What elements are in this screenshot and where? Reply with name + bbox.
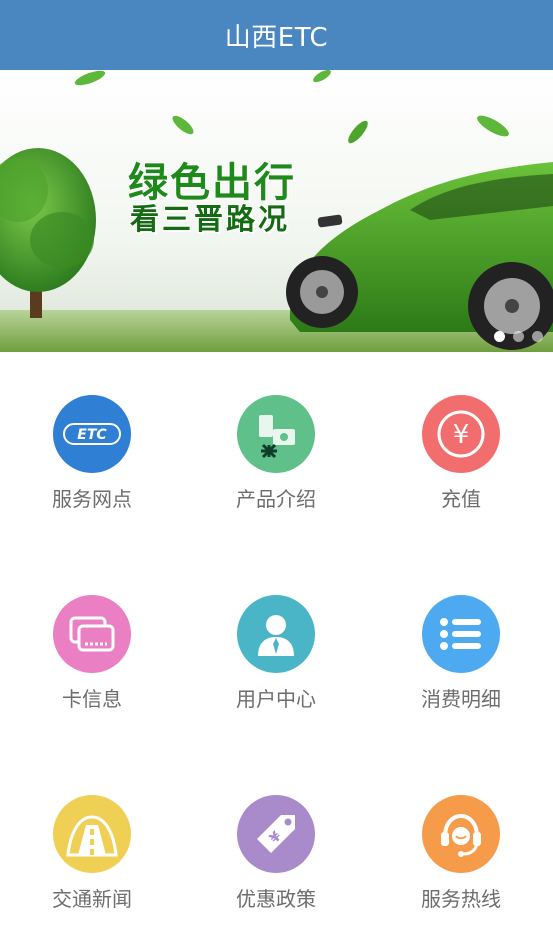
service-tile-card-info[interactable]: 卡信息 [0, 552, 184, 752]
service-tile-product-intro[interactable]: 产品介绍 [184, 352, 368, 552]
service-tile-service-hotline[interactable]: 服务热线 [369, 752, 553, 952]
page-title: 山西ETC [224, 22, 329, 53]
etc-logo-icon: ETC [53, 395, 131, 473]
user-icon [237, 595, 315, 673]
service-label: 充值 [441, 487, 481, 511]
service-label: 服务网点 [52, 487, 132, 511]
price-tag-icon: ¥ [237, 795, 315, 873]
service-label: 用户中心 [236, 687, 316, 711]
service-label: 交通新闻 [52, 887, 132, 911]
service-tile-discount-policy[interactable]: ¥ 优惠政策 [184, 752, 368, 952]
svg-text:ETC: ETC [77, 427, 107, 443]
service-label: 消费明细 [421, 687, 501, 711]
banner-slogan-line2: 看三晋路况 [130, 202, 291, 236]
cards-icon [53, 595, 131, 673]
service-tile-traffic-news[interactable]: 交通新闻 [0, 752, 184, 952]
carousel-dot[interactable] [532, 331, 543, 342]
service-label: 服务热线 [421, 887, 501, 911]
carousel-indicator[interactable] [494, 331, 543, 342]
service-label: 卡信息 [62, 687, 122, 711]
service-tile-recharge[interactable]: ¥ 充值 [369, 352, 553, 552]
service-tile-consumption-details[interactable]: 消费明细 [369, 552, 553, 752]
service-grid: ETC 服务网点 产品介绍 ¥ 充值 卡信息 用户中心 消费明细 交通新闻 ¥ … [0, 352, 553, 932]
headset-icon [422, 795, 500, 873]
service-tile-user-center[interactable]: 用户中心 [184, 552, 368, 752]
list-icon [422, 595, 500, 673]
svg-text:¥: ¥ [453, 420, 470, 450]
road-icon [53, 795, 131, 873]
yuan-coin-icon: ¥ [422, 395, 500, 473]
etc-device-icon [237, 395, 315, 473]
service-label: 优惠政策 [236, 887, 316, 911]
carousel-dot[interactable] [494, 331, 505, 342]
carousel-dot[interactable] [513, 331, 524, 342]
app-header: 山西ETC [0, 0, 553, 70]
service-label: 产品介绍 [236, 487, 316, 511]
promo-banner[interactable]: 绿色出行 看三晋路况 [0, 70, 553, 352]
service-tile-service-outlets[interactable]: ETC 服务网点 [0, 352, 184, 552]
